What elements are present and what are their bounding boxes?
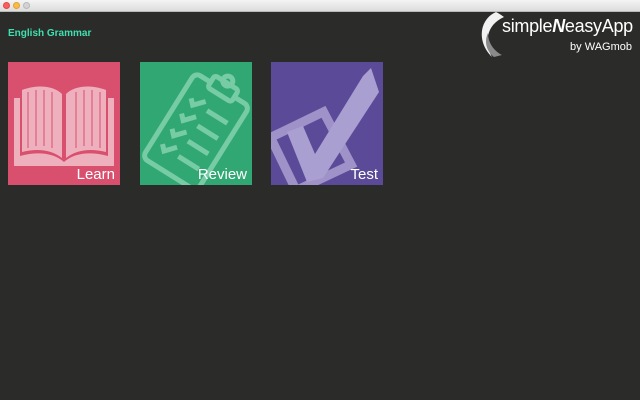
close-window-button[interactable] bbox=[3, 2, 10, 9]
tile-label-review: Review bbox=[197, 166, 247, 183]
minimize-window-button[interactable] bbox=[13, 2, 20, 9]
brand-byline: by WAGmob bbox=[570, 41, 632, 53]
brand-logo: simpleNeasyApp by WAGmob bbox=[470, 11, 636, 59]
test-tile[interactable]: Test bbox=[271, 62, 383, 185]
learn-tile[interactable]: Learn bbox=[8, 62, 120, 185]
maximize-window-button[interactable] bbox=[23, 2, 30, 9]
tile-label-test: Test bbox=[350, 166, 378, 183]
tile-label-learn: Learn bbox=[76, 166, 115, 183]
app-title: English Grammar bbox=[8, 28, 92, 39]
review-tile[interactable]: Review bbox=[140, 62, 252, 185]
brand-name: simpleNeasyApp bbox=[502, 16, 633, 36]
